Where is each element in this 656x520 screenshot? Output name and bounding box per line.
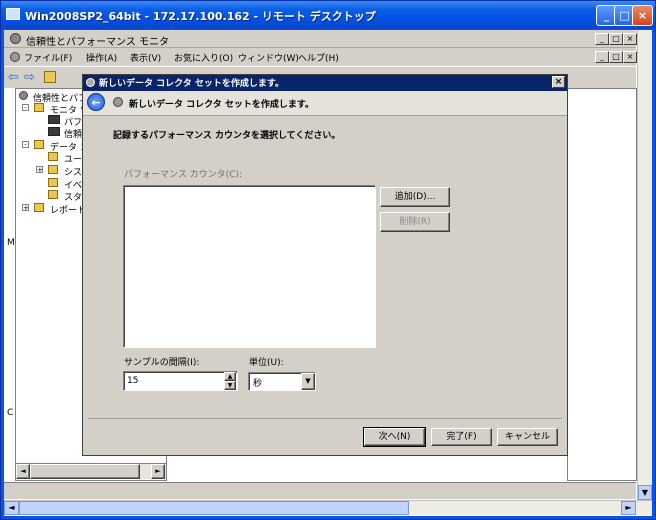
up-folder-icon[interactable] xyxy=(44,71,56,83)
unit-select[interactable]: 秒 ▼ xyxy=(248,372,316,391)
folder-icon xyxy=(48,178,58,187)
finish-button[interactable]: 完了(F) xyxy=(431,428,492,446)
mmc-icon xyxy=(10,33,21,44)
folder-icon xyxy=(34,103,44,112)
dialog-title: 新しいデータ コレクタ セットを作成します。 xyxy=(99,79,285,89)
unit-label: 単位(U): xyxy=(249,358,284,368)
tree-item-label: スタ xyxy=(64,193,83,203)
tree-hscrollbar[interactable]: ◄ ► xyxy=(16,463,166,479)
cancel-button[interactable]: キャンセル xyxy=(497,428,558,446)
remote-hscrollbar[interactable]: ◄ ► xyxy=(4,500,652,515)
menu-file[interactable]: ファイル(F) xyxy=(24,51,72,64)
spin-down-button[interactable]: ▼ xyxy=(224,381,236,390)
folder-icon xyxy=(34,140,44,149)
status-bar xyxy=(4,482,636,499)
scroll-thumb[interactable] xyxy=(19,501,409,515)
dialog-icon xyxy=(86,78,95,87)
scroll-left-button[interactable]: ◄ xyxy=(16,464,30,479)
left-edge-label: C xyxy=(7,408,14,418)
sample-interval-value: 15 xyxy=(127,376,139,386)
user-folder-icon xyxy=(48,152,58,161)
footer-divider xyxy=(88,418,562,419)
mmc-titlebar[interactable]: 信頼性とパフォーマンス モニタ _ □ × xyxy=(4,30,637,48)
wizard-header-title: 新しいデータ コレクタ セットを作成します。 xyxy=(129,100,315,110)
menu-view[interactable]: 表示(V) xyxy=(130,51,161,64)
spin-up-button[interactable]: ▲ xyxy=(224,372,236,381)
tree-item-label: レポート xyxy=(50,206,87,216)
menu-favorites[interactable]: お気に入り(O) xyxy=(174,51,233,64)
next-button[interactable]: 次へ(N) xyxy=(363,427,426,447)
unit-value: 秒 xyxy=(253,379,263,389)
sample-interval-label: サンプルの間隔(I): xyxy=(124,358,200,368)
doc-minimize-button[interactable]: _ xyxy=(595,51,609,63)
monitor-icon xyxy=(19,91,28,100)
expand-icon: + xyxy=(36,166,43,174)
folder-icon xyxy=(48,190,58,199)
counters-label: パフォーマンス カウンタ(C): xyxy=(124,170,243,180)
expand-icon: + xyxy=(22,204,29,212)
menu-action[interactable]: 操作(A) xyxy=(86,51,117,64)
scroll-down-button[interactable]: ▼ xyxy=(638,485,652,500)
remove-button[interactable]: 削除(R) xyxy=(380,212,450,232)
doc-restore-button[interactable]: □ xyxy=(609,51,623,63)
tree-item-label: ユー xyxy=(64,155,83,165)
scroll-right-button[interactable]: ► xyxy=(621,501,636,515)
collapse-icon: - xyxy=(22,104,29,112)
sample-interval-input[interactable]: 15 ▲ ▼ xyxy=(123,371,238,391)
chart-icon xyxy=(48,127,60,136)
add-button[interactable]: 追加(D)... xyxy=(380,187,450,207)
back-arrow-icon[interactable]: ⇦ xyxy=(8,70,19,85)
remote-vscrollbar[interactable]: ▼ xyxy=(637,30,652,501)
scroll-right-button[interactable]: ► xyxy=(151,464,165,479)
mmc-title: 信頼性とパフォーマンス モニタ xyxy=(26,37,169,48)
close-button[interactable]: × xyxy=(632,5,653,26)
left-edge-label: M xyxy=(7,238,15,248)
remote-desktop-titlebar[interactable]: Win2008SP2_64bit - 172.17.100.162 - リモート… xyxy=(1,1,655,29)
forward-arrow-icon[interactable]: ⇨ xyxy=(24,70,35,85)
folder-icon xyxy=(48,165,58,174)
menu-icon xyxy=(10,52,20,62)
tree-item-label: 信頼 xyxy=(64,130,83,140)
counters-list[interactable] xyxy=(123,185,376,348)
menu-bar: ファイル(F) 操作(A) 表示(V) お気に入り(O) ウィンドウ(W) ヘル… xyxy=(4,48,637,66)
mmc-minimize-button[interactable]: _ xyxy=(595,33,609,45)
menu-window[interactable]: ウィンドウ(W) xyxy=(238,51,299,64)
instruction-text: 記録するパフォーマンス カウンタを選択してください。 xyxy=(113,131,341,141)
wizard-header: ← 新しいデータ コレクタ セットを作成します。 xyxy=(83,91,567,115)
remote-desktop-icon xyxy=(6,8,20,20)
back-arrow-icon[interactable]: ← xyxy=(87,93,105,111)
action-pane xyxy=(567,88,637,481)
collapse-icon: - xyxy=(22,141,29,149)
folder-icon xyxy=(34,203,44,212)
tree-item-label: シス xyxy=(64,168,83,178)
remote-desktop-title: Win2008SP2_64bit - 172.17.100.162 - リモート… xyxy=(25,10,376,23)
mmc-close-button[interactable]: × xyxy=(623,33,637,45)
doc-close-button[interactable]: × xyxy=(623,51,637,63)
dialog-titlebar[interactable]: 新しいデータ コレクタ セットを作成します。 xyxy=(83,75,567,91)
chevron-down-icon[interactable]: ▼ xyxy=(301,373,315,390)
scroll-left-button[interactable]: ◄ xyxy=(4,501,19,515)
chart-icon xyxy=(48,115,60,124)
wizard-icon xyxy=(113,97,123,107)
dialog-close-button[interactable]: × xyxy=(552,76,565,88)
scroll-thumb[interactable] xyxy=(30,464,140,479)
menu-help[interactable]: ヘルプ(H) xyxy=(298,51,339,64)
mmc-restore-button[interactable]: □ xyxy=(609,33,623,45)
